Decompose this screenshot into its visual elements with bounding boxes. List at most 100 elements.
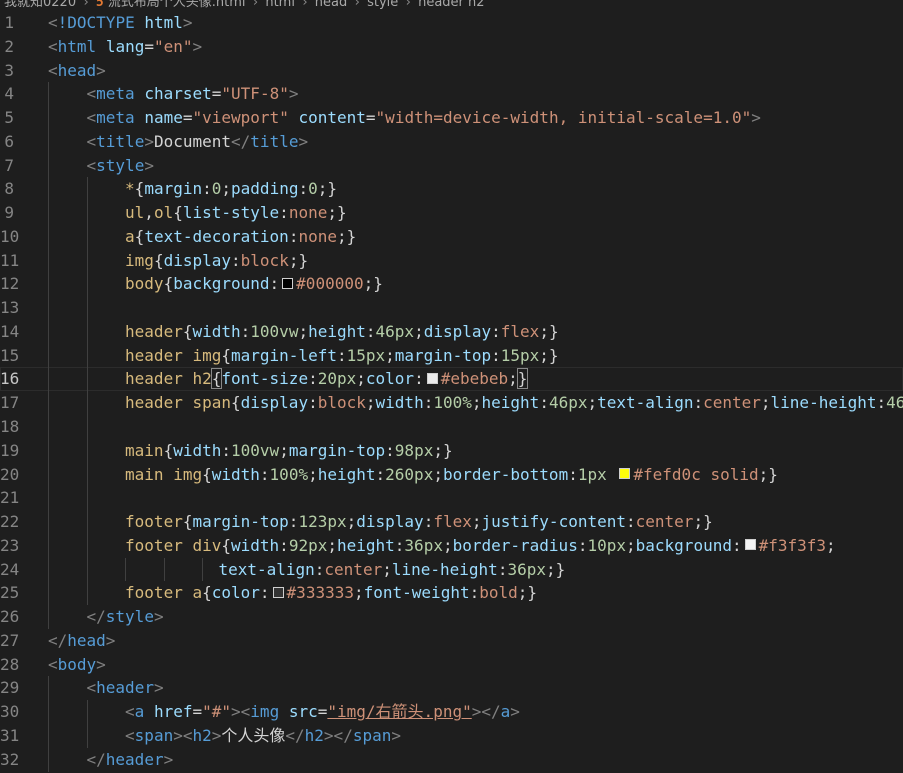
line-number: 5: [4, 108, 14, 128]
code-content: main img{width:100%;height:260px;border-…: [125, 463, 903, 487]
indent-guide: [86, 581, 88, 606]
color-swatch-icon[interactable]: [272, 586, 284, 598]
indent-guide: [125, 557, 127, 582]
code-line[interactable]: 12 body{background: #000000;}: [0, 272, 903, 297]
code-token: center: [703, 393, 761, 413]
code-line[interactable]: 26 </style>: [0, 605, 903, 629]
code-token: {: [163, 440, 174, 460]
breadcrumb-item[interactable]: style: [367, 0, 398, 10]
code-line[interactable]: 18: [0, 415, 903, 439]
code-content: <body>: [48, 653, 903, 677]
code-line[interactable]: 9 ul,ol{list-style:none;}: [0, 201, 903, 225]
color-swatch-icon[interactable]: [619, 468, 631, 480]
code-token: </: [285, 725, 305, 745]
code-line[interactable]: 8 *{margin:0;padding:0;}: [0, 177, 903, 202]
indent-guide: [86, 367, 88, 392]
code-content: <meta name="viewport" content="width=dev…: [87, 106, 903, 130]
indent-guide: [86, 177, 88, 202]
indent-guide: [48, 533, 49, 558]
code-line[interactable]: 6 <title>Document</title>: [0, 129, 903, 154]
breadcrumb-item[interactable]: 流式布局个人头像.html: [108, 0, 246, 10]
code-token: ;: [587, 393, 598, 413]
code-line[interactable]: 3 <head>: [0, 59, 903, 83]
code-token: ><: [231, 702, 251, 722]
code-token: width: [192, 321, 241, 341]
code-token: >: [192, 36, 203, 56]
breadcrumb-item[interactable]: head: [315, 0, 347, 10]
code-token: :: [491, 345, 501, 365]
indent-guide: [86, 343, 88, 368]
code-line[interactable]: 29 <header>: [0, 676, 903, 701]
code-token: lang: [105, 36, 145, 56]
code-line[interactable]: 11 img{display:block;}: [0, 248, 903, 273]
code-editor[interactable]: 1 <!DOCTYPE html> 2 <html lang="en"> 3 <head>…: [0, 11, 903, 773]
line-number: 32: [0, 749, 20, 769]
code-line[interactable]: 5 <meta name="viewport" content="width=de…: [0, 106, 903, 130]
breadcrumb-item[interactable]: 我就知0220: [4, 0, 76, 10]
indent-guide: [48, 510, 49, 534]
code-line[interactable]: 20 main img{width:100%;height:260px;borde…: [0, 462, 903, 487]
code-token: text-decoration: [144, 226, 289, 246]
code-token: <: [86, 84, 97, 104]
code-line[interactable]: 23 footer div{width:92px;height:36px;bord…: [0, 533, 903, 558]
code-token: 260px: [385, 464, 434, 484]
code-line[interactable]: 17 header span{display:block;width:100%;h…: [0, 391, 903, 416]
line-number: 19: [0, 440, 20, 460]
code-token: ;}: [758, 464, 778, 484]
indent-guide: [202, 557, 204, 582]
line-number: 21: [0, 488, 20, 508]
code-line[interactable]: 1 <!DOCTYPE html>: [0, 11, 903, 35]
code-token: flex: [433, 512, 472, 532]
line-number: 4: [4, 84, 14, 104]
indent-guide: [86, 391, 88, 416]
code-line[interactable]: 7 <style>: [0, 153, 903, 178]
code-line[interactable]: 14 header{width:100vw;height:46px;display…: [0, 319, 903, 344]
code-line[interactable]: 15 header img{margin-left:15px;margin-top…: [0, 343, 903, 368]
code-line[interactable]: 25 footer a{color: #333333;font-weight:bol…: [0, 581, 903, 606]
code-token: display: [163, 250, 232, 270]
code-token: "UTF-8": [221, 84, 289, 104]
code-line[interactable]: 21: [0, 486, 903, 511]
code-token: :: [288, 226, 299, 246]
code-token: :: [336, 345, 347, 365]
code-line[interactable]: 30 <a href="#"><img src="img/右箭头.png"></a…: [0, 700, 903, 724]
code-line[interactable]: 10 a{text-decoration:none;}: [0, 224, 903, 249]
breadcrumb-item[interactable]: header h2: [418, 0, 484, 10]
code-line[interactable]: 31 <span><h2>个人头像</h2></span>: [0, 723, 903, 748]
code-token: :: [221, 440, 232, 460]
indent-guide: [48, 129, 49, 154]
code-token: #f3f3f3: [758, 535, 827, 555]
code-token: Document: [153, 131, 232, 151]
code-line[interactable]: 19 main{width:100vw;margin-top:98px;}: [0, 438, 903, 463]
code-token: =: [211, 84, 222, 104]
code-token: >: [288, 84, 299, 104]
indent-guide: [48, 343, 49, 368]
code-line[interactable]: 22 footer{margin-top:123px;display:flex;j…: [0, 510, 903, 534]
code-token: :: [385, 440, 395, 460]
code-token: display: [423, 321, 492, 341]
code-line[interactable]: 2 <html lang="en">: [0, 35, 903, 59]
code-token: line-height: [770, 393, 877, 413]
code-token: <: [86, 108, 97, 128]
color-swatch-icon[interactable]: [282, 277, 294, 289]
code-line[interactable]: 24 text-align:center;line-height:36px;}: [0, 557, 903, 582]
code-line[interactable]: 32 </header>: [0, 747, 903, 772]
code-line[interactable]: 16 header h2{font-size:20px;color: #ebebeb…: [0, 367, 903, 392]
breadcrumb-item[interactable]: html: [265, 0, 295, 10]
color-swatch-icon[interactable]: [744, 539, 756, 551]
code-line[interactable]: 28 <body>: [0, 653, 903, 677]
color-swatch-icon[interactable]: [426, 372, 438, 384]
code-line[interactable]: 13: [0, 296, 903, 320]
code-line[interactable]: 4 <meta charset="UTF-8">: [0, 82, 903, 107]
indent-guide: [48, 201, 49, 225]
code-token: 123px: [298, 512, 347, 532]
code-token: <: [48, 654, 58, 674]
code-token: >: [211, 725, 222, 745]
code-token: >: [96, 60, 106, 80]
code-token: :: [231, 250, 241, 270]
code-token: 98px: [394, 440, 434, 460]
code-line[interactable]: 27 </head>: [0, 629, 903, 653]
